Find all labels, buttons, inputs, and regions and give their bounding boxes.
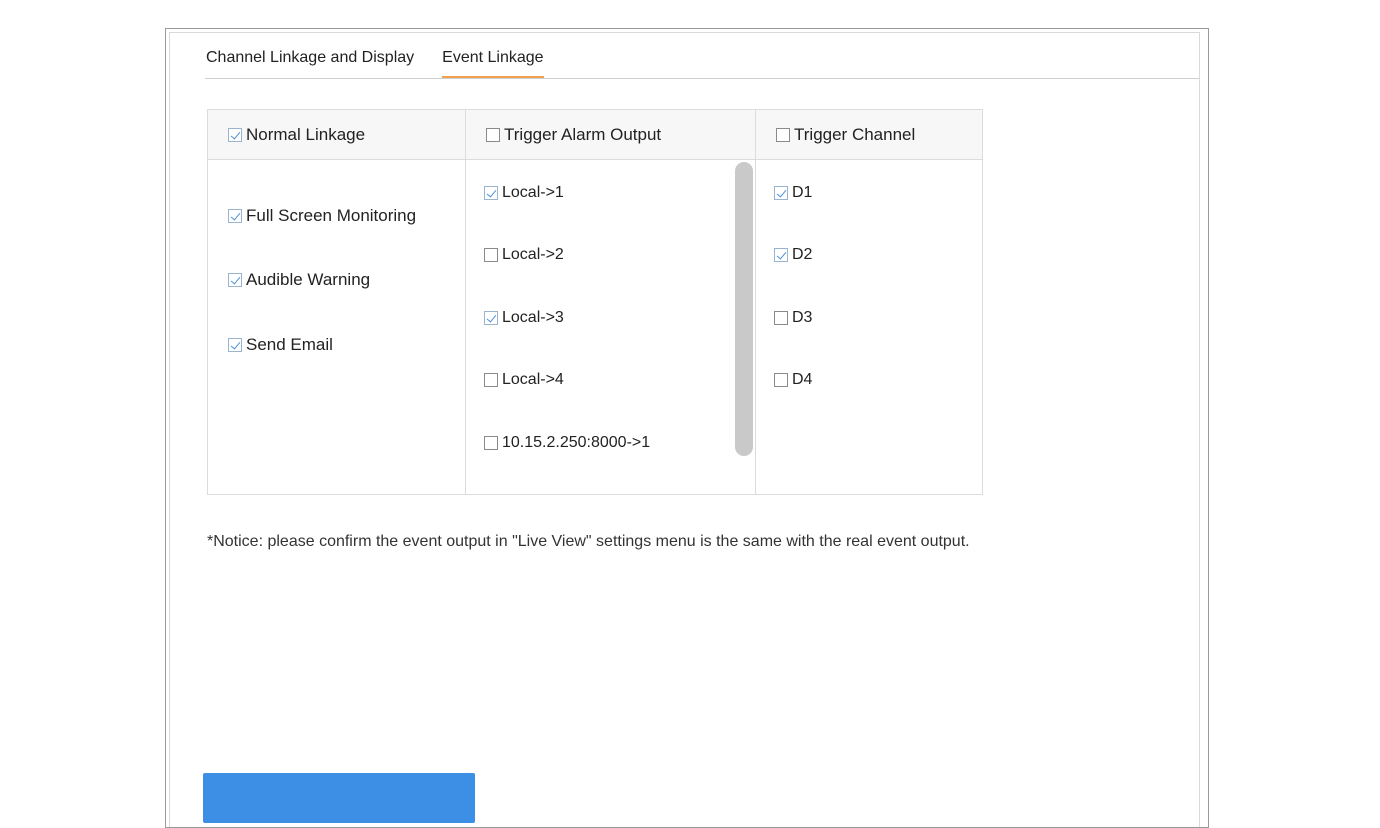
alarm-output-local-3-label: Local->3 — [502, 309, 564, 326]
normal-linkage-label: Normal Linkage — [246, 124, 366, 144]
alarm-output-local-4-label: Local->4 — [502, 371, 564, 388]
channel-d2-checkbox[interactable] — [774, 248, 788, 262]
channel-d2-label: D2 — [792, 246, 813, 263]
audible-warning-option[interactable]: Audible Warning — [228, 270, 370, 290]
trigger-alarm-output-checkbox[interactable] — [486, 127, 500, 142]
send-email-label: Send Email — [246, 335, 333, 354]
normal-linkage-checkbox[interactable] — [228, 127, 242, 142]
tab-channel-linkage-and-display[interactable]: Channel Linkage and Display — [206, 49, 414, 78]
alarm-output-local-2-label: Local->2 — [502, 246, 564, 263]
trigger-channel-checkbox[interactable] — [776, 127, 790, 142]
audible-warning-label: Audible Warning — [246, 270, 371, 289]
channel-d4-checkbox[interactable] — [774, 373, 788, 387]
trigger-alarm-output-column: Trigger Alarm Output Local->1 Local->2 L… — [466, 110, 756, 494]
channel-d3-label: D3 — [792, 309, 813, 326]
channel-d1[interactable]: D1 — [774, 184, 812, 202]
alarm-output-ip-1[interactable]: 10.15.2.250:8000->1 — [484, 434, 650, 452]
full-screen-monitoring-label: Full Screen Monitoring — [246, 206, 417, 225]
trigger-alarm-output-header[interactable]: Trigger Alarm Output — [466, 110, 755, 160]
tab-divider — [205, 78, 1199, 79]
alarm-output-local-1-checkbox[interactable] — [484, 186, 498, 200]
alarm-output-ip-1-checkbox[interactable] — [484, 436, 498, 450]
trigger-channel-header[interactable]: Trigger Channel — [756, 110, 982, 160]
trigger-channel-column: Trigger Channel D1 D2 D3 D4 — [756, 110, 982, 494]
trigger-channel-label: Trigger Channel — [794, 124, 916, 144]
alarm-output-local-2[interactable]: Local->2 — [484, 246, 564, 264]
audible-warning-checkbox[interactable] — [228, 273, 242, 287]
normal-linkage-column: Normal Linkage Full Screen Monitoring Au… — [208, 110, 466, 494]
tab-event-linkage[interactable]: Event Linkage — [442, 49, 544, 78]
alarm-output-local-3-checkbox[interactable] — [484, 311, 498, 325]
tab-bar: Channel Linkage and Display Event Linkag… — [206, 49, 544, 78]
alarm-output-local-4[interactable]: Local->4 — [484, 371, 564, 389]
full-screen-monitoring-checkbox[interactable] — [228, 209, 242, 223]
trigger-alarm-output-label: Trigger Alarm Output — [504, 124, 662, 144]
alarm-output-local-1-label: Local->1 — [502, 184, 564, 201]
channel-d4-label: D4 — [792, 371, 813, 388]
alarm-output-local-3[interactable]: Local->3 — [484, 309, 564, 327]
alarm-output-ip-1-label: 10.15.2.250:8000->1 — [502, 434, 651, 451]
event-linkage-dialog: Channel Linkage and Display Event Linkag… — [165, 28, 1209, 828]
full-screen-monitoring-option[interactable]: Full Screen Monitoring — [228, 206, 416, 226]
channel-d4[interactable]: D4 — [774, 371, 812, 389]
normal-linkage-header[interactable]: Normal Linkage — [208, 110, 465, 160]
linkage-table: Normal Linkage Full Screen Monitoring Au… — [207, 109, 983, 495]
alarm-output-scrollbar[interactable] — [735, 162, 753, 456]
dialog-frame: Channel Linkage and Display Event Linkag… — [169, 32, 1200, 827]
channel-d1-checkbox[interactable] — [774, 186, 788, 200]
alarm-output-local-4-checkbox[interactable] — [484, 373, 498, 387]
alarm-output-local-2-checkbox[interactable] — [484, 248, 498, 262]
channel-d3-checkbox[interactable] — [774, 311, 788, 325]
channel-d2[interactable]: D2 — [774, 246, 812, 264]
send-email-checkbox[interactable] — [228, 338, 242, 352]
alarm-output-local-1[interactable]: Local->1 — [484, 184, 564, 202]
channel-d3[interactable]: D3 — [774, 309, 812, 327]
send-email-option[interactable]: Send Email — [228, 335, 333, 355]
channel-d1-label: D1 — [792, 184, 813, 201]
notice-text: *Notice: please confirm the event output… — [207, 533, 970, 550]
primary-action-button[interactable] — [203, 773, 475, 823]
